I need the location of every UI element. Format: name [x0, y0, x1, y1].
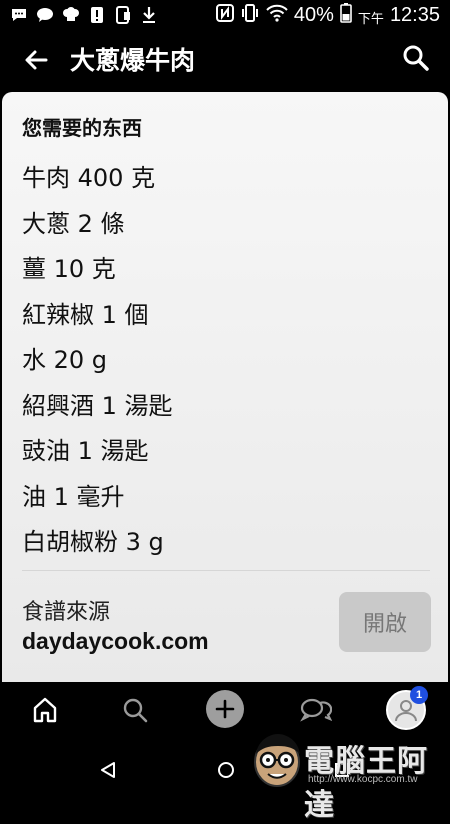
open-button[interactable]: 開啟 — [339, 592, 431, 652]
mascot-face-icon — [248, 730, 306, 790]
ingredient-item: 紹興酒 1 湯匙 — [22, 391, 173, 420]
system-back-icon[interactable] — [98, 760, 118, 784]
chat-icon — [36, 6, 54, 24]
clock: 12:35 — [389, 3, 440, 26]
phone-icon — [114, 6, 132, 24]
notification-icons — [10, 6, 158, 24]
download-icon — [140, 6, 158, 24]
notification-badge: 1 — [410, 686, 428, 704]
page-title: 大蔥爆牛肉 — [70, 46, 196, 75]
ingredients-card: 您需要的东西 牛肉 400 克 大蔥 2 條 薑 10 克 紅辣椒 1 個 水 … — [2, 92, 448, 682]
arrow-back-icon[interactable] — [20, 44, 52, 76]
home-icon[interactable] — [25, 690, 65, 730]
watermark: 電腦王阿達 http://www.kocpc.com.tw — [248, 728, 444, 823]
battery-percent: 40% — [293, 3, 334, 26]
wifi-icon — [266, 4, 288, 26]
system-status: 40% 下午 12:35 — [215, 3, 440, 27]
ingredient-item: 薑 10 克 — [22, 255, 116, 283]
recipe-source-site: daydaycook.com — [22, 628, 209, 654]
app-bar: 大蔥爆牛肉 — [0, 32, 450, 90]
ingredients-header: 您需要的东西 — [22, 116, 142, 140]
watermark-url: http://www.kocpc.com.tw — [308, 774, 418, 785]
ingredient-item: 水 20 g — [22, 346, 108, 374]
vibrate-icon — [240, 4, 260, 26]
ingredient-item: 油 1 毫升 — [22, 482, 125, 511]
divider — [22, 570, 430, 571]
ingredient-item: 大蔥 2 條 — [22, 209, 125, 238]
ingredients-list: 牛肉 400 克 大蔥 2 條 薑 10 克 紅辣椒 1 個 水 20 g 紹興… — [22, 158, 173, 568]
messages-icon[interactable] — [295, 690, 335, 730]
chef-hat-icon — [62, 6, 80, 24]
search-icon[interactable] — [400, 42, 432, 74]
message-icon — [10, 6, 28, 24]
recipe-source-label: 食譜來源 — [22, 600, 111, 625]
ingredient-item: 牛肉 400 克 — [22, 164, 156, 192]
alert-icon — [88, 6, 106, 24]
ingredient-item: 豉油 1 湯匙 — [22, 437, 149, 465]
nfc-icon — [215, 4, 234, 26]
ingredient-item: 紅辣椒 1 個 — [22, 300, 149, 329]
system-home-icon[interactable] — [216, 760, 236, 784]
status-bar: 40% 下午 12:35 — [0, 0, 450, 32]
ingredient-item: 白胡椒粉 3 g — [22, 528, 164, 556]
battery-icon — [340, 3, 352, 27]
search-icon[interactable] — [115, 690, 155, 730]
add-icon[interactable] — [206, 690, 244, 728]
time-prefix: 下午 — [357, 12, 384, 27]
